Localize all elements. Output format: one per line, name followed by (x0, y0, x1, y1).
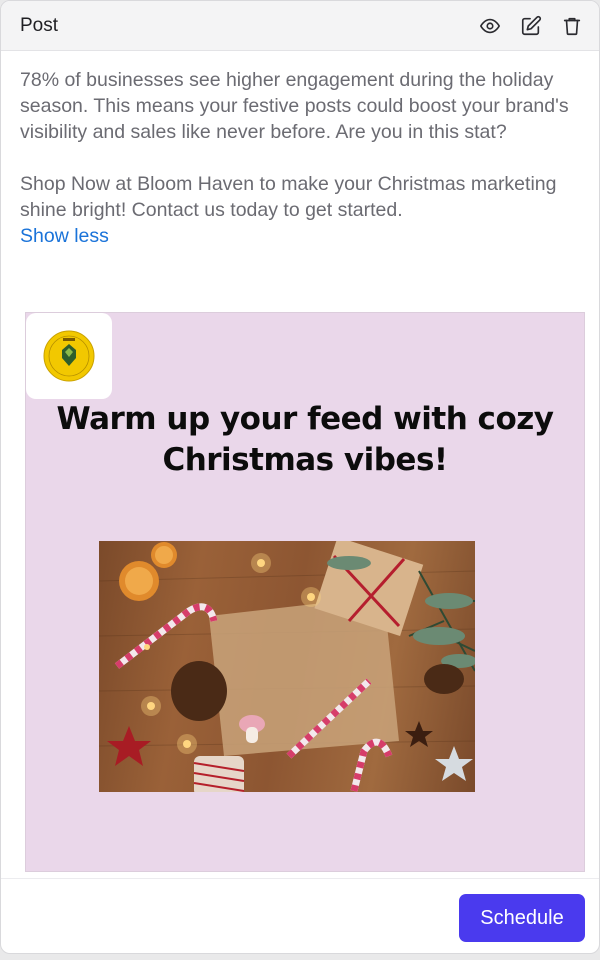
creative-headline: Warm up your feed with cozy Christmas vi… (56, 401, 555, 478)
post-caption: 78% of businesses see higher engagement … (1, 51, 599, 249)
christmas-photo (99, 541, 475, 792)
caption-paragraph-2: Shop Now at Bloom Haven to make your Chr… (20, 173, 557, 221)
post-card: Post 78% of businesses see higher engage… (0, 0, 600, 954)
post-creative-image: Warm up your feed with cozy Christmas vi… (25, 312, 585, 872)
bloom-haven-logo-icon (43, 330, 95, 382)
caption-paragraph-1: 78% of businesses see higher engagement … (20, 69, 569, 143)
eye-icon[interactable] (476, 12, 503, 39)
edit-icon[interactable] (517, 12, 544, 39)
post-footer: Schedule (1, 878, 599, 953)
post-header: Post (1, 1, 599, 51)
schedule-button[interactable]: Schedule (459, 894, 585, 942)
trash-icon[interactable] (558, 12, 585, 39)
christmas-flatlay-illustration (99, 541, 475, 792)
header-actions (476, 12, 585, 39)
brand-logo (26, 313, 112, 399)
show-less-link[interactable]: Show less (20, 223, 109, 249)
post-title: Post (20, 14, 59, 36)
